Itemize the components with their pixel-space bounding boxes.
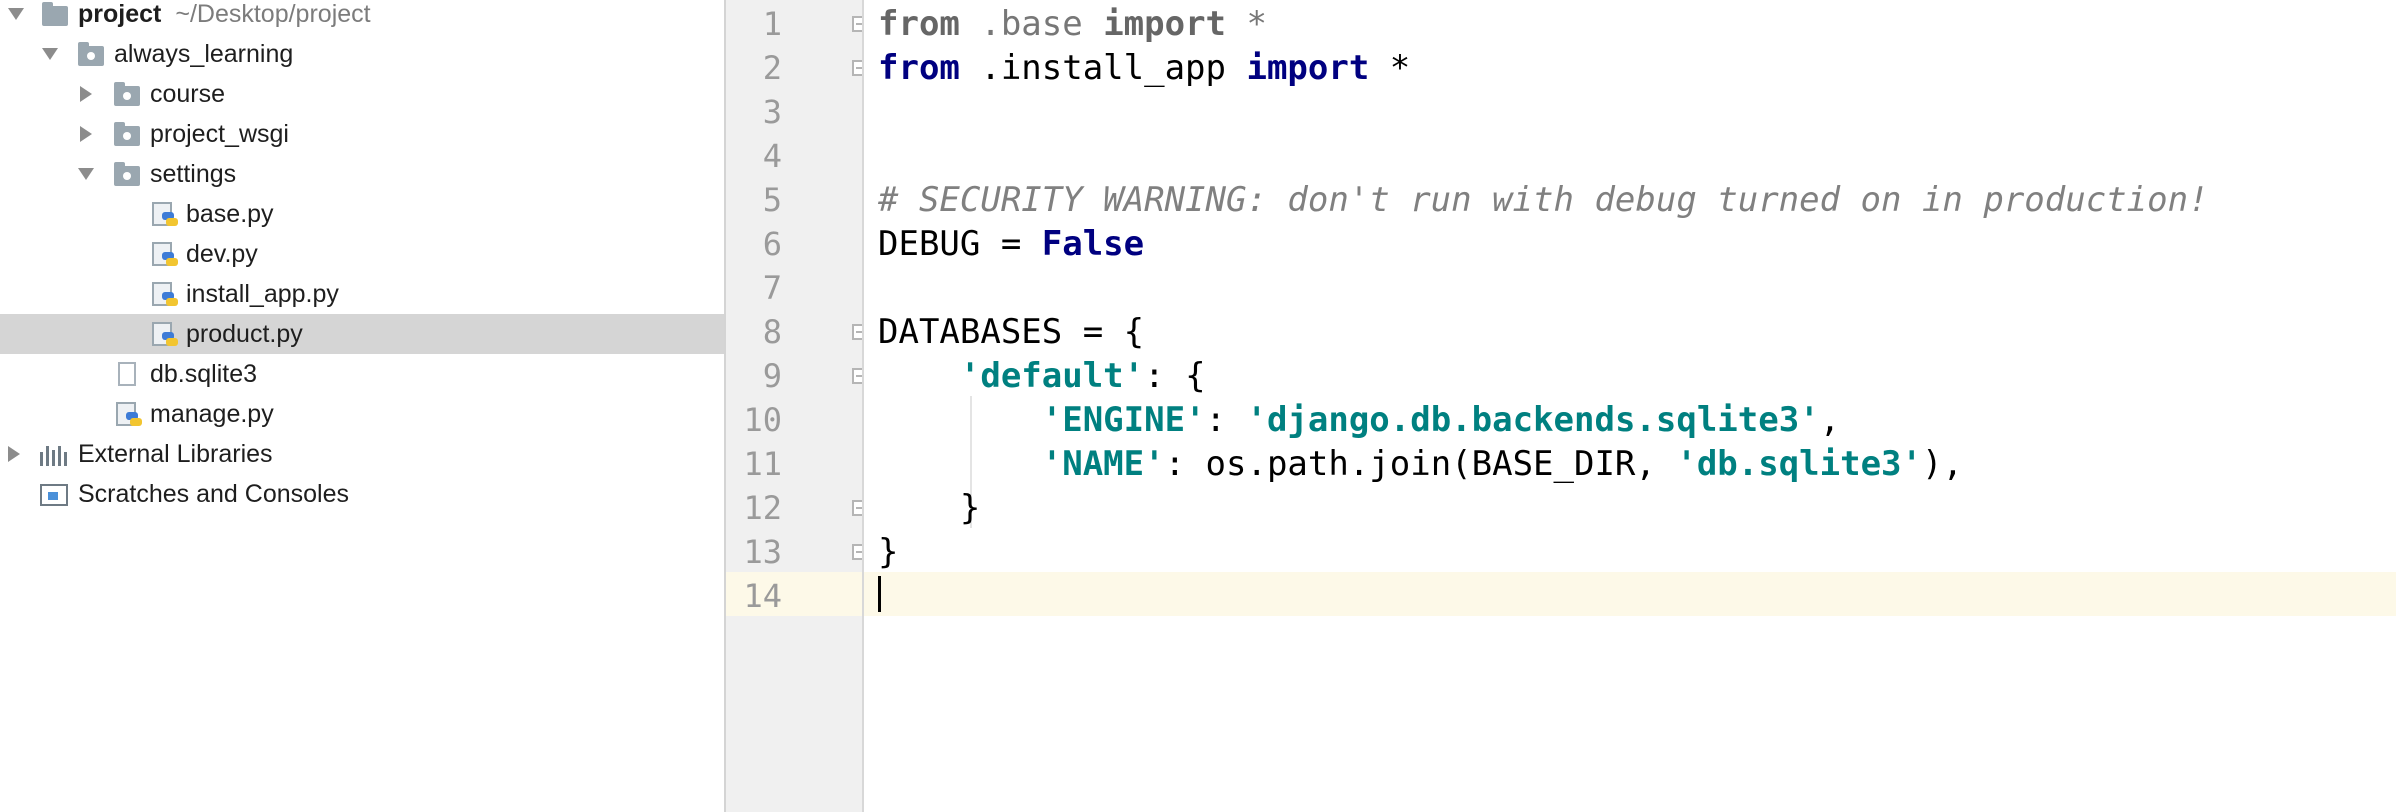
- tree-item-settings[interactable]: settings: [0, 154, 724, 194]
- code-line-2[interactable]: from .install_app import *: [878, 46, 1410, 90]
- line-number: 5: [762, 181, 782, 219]
- python-file-icon: [150, 322, 178, 346]
- tree-item-label: settings: [150, 160, 237, 188]
- line-number: 6: [762, 225, 782, 263]
- code-line-12[interactable]: }: [878, 486, 980, 530]
- line-number: 4: [762, 137, 782, 175]
- line-number: 14: [743, 577, 782, 615]
- tree-item-label: always_learning: [114, 40, 294, 68]
- code-line-5[interactable]: # SECURITY WARNING: don't run with debug…: [878, 178, 2209, 222]
- expand-arrow-icon[interactable]: [78, 168, 94, 180]
- expand-arrow-icon[interactable]: [8, 8, 24, 20]
- expand-arrow-icon[interactable]: [42, 48, 58, 60]
- tree-item-always-learning[interactable]: always_learning: [0, 34, 724, 74]
- scratches-icon: [40, 482, 68, 506]
- collapse-arrow-icon[interactable]: [80, 126, 92, 142]
- tree-item-external-libraries[interactable]: External Libraries: [0, 434, 724, 474]
- tree-item-label: External Libraries: [78, 440, 273, 468]
- tree-item-base-py[interactable]: base.py: [0, 194, 724, 234]
- code-line-13[interactable]: }: [878, 530, 898, 574]
- text-caret: [878, 576, 881, 612]
- project-tree: project ~/Desktop/project always_learning…: [0, 0, 724, 812]
- line-number: 2: [762, 49, 782, 87]
- line-number: 7: [762, 269, 782, 307]
- line-number: 3: [762, 93, 782, 131]
- code-line-9[interactable]: 'default': {: [878, 354, 1206, 398]
- project-path: ~/Desktop/project: [175, 0, 371, 28]
- python-file-icon: [150, 202, 178, 226]
- tree-item-manage-py[interactable]: manage.py: [0, 394, 724, 434]
- tree-item-label: db.sqlite3: [150, 360, 258, 388]
- tree-item-project-wsgi[interactable]: project_wsgi: [0, 114, 724, 154]
- python-file-icon: [150, 282, 178, 306]
- collapse-arrow-icon[interactable]: [8, 446, 20, 462]
- tree-item-label: base.py: [186, 200, 274, 228]
- python-file-icon: [150, 242, 178, 266]
- package-folder-icon: [114, 82, 140, 106]
- tree-item-dev-py[interactable]: dev.py: [0, 234, 724, 274]
- python-file-icon: [114, 402, 142, 426]
- code-line-8[interactable]: DATABASES = {: [878, 310, 1144, 354]
- file-icon: [114, 362, 140, 386]
- tree-item-label: dev.py: [186, 240, 258, 268]
- collapse-arrow-icon[interactable]: [80, 86, 92, 102]
- tree-item-label: course: [150, 80, 226, 108]
- current-line-highlight: [864, 572, 2396, 616]
- code-line-6[interactable]: DEBUG = False: [878, 222, 1144, 266]
- tree-item-label: product.py: [186, 320, 303, 348]
- code-line-10[interactable]: 'ENGINE': 'django.db.backends.sqlite3',: [878, 398, 1840, 442]
- tree-item-label: project_wsgi: [150, 120, 289, 148]
- folder-icon: [42, 2, 68, 26]
- editor-gutter: 1 2 3 4 5 6 7 8 9 10 11 12 13 14: [726, 0, 868, 812]
- tree-item-scratches[interactable]: Scratches and Consoles: [0, 474, 724, 514]
- line-number: 11: [743, 445, 782, 483]
- package-folder-icon: [114, 162, 140, 186]
- code-line-1[interactable]: from .base import *: [878, 2, 1267, 46]
- libraries-icon: [40, 442, 67, 466]
- tree-item-course[interactable]: course: [0, 74, 724, 114]
- line-number: 8: [762, 313, 782, 351]
- line-number: 12: [743, 489, 782, 527]
- tree-item-product-py[interactable]: product.py: [0, 314, 724, 354]
- tree-item-db-sqlite3[interactable]: db.sqlite3: [0, 354, 724, 394]
- code-line-11[interactable]: 'NAME': os.path.join(BASE_DIR, 'db.sqlit…: [878, 442, 1963, 486]
- line-number: 9: [762, 357, 782, 395]
- tree-item-label: Scratches and Consoles: [78, 480, 349, 508]
- code-editor[interactable]: from .base import * from .install_app im…: [864, 0, 2396, 812]
- package-folder-icon: [114, 122, 140, 146]
- tree-root-row[interactable]: project ~/Desktop/project: [0, 0, 724, 34]
- line-number: 1: [762, 5, 782, 43]
- line-number: 13: [743, 533, 782, 571]
- project-name: project: [78, 0, 162, 28]
- tree-item-install-app-py[interactable]: install_app.py: [0, 274, 724, 314]
- tree-item-label: install_app.py: [186, 280, 339, 308]
- module-folder-icon: [78, 42, 104, 66]
- tree-item-label: manage.py: [150, 400, 274, 428]
- line-number: 10: [743, 401, 782, 439]
